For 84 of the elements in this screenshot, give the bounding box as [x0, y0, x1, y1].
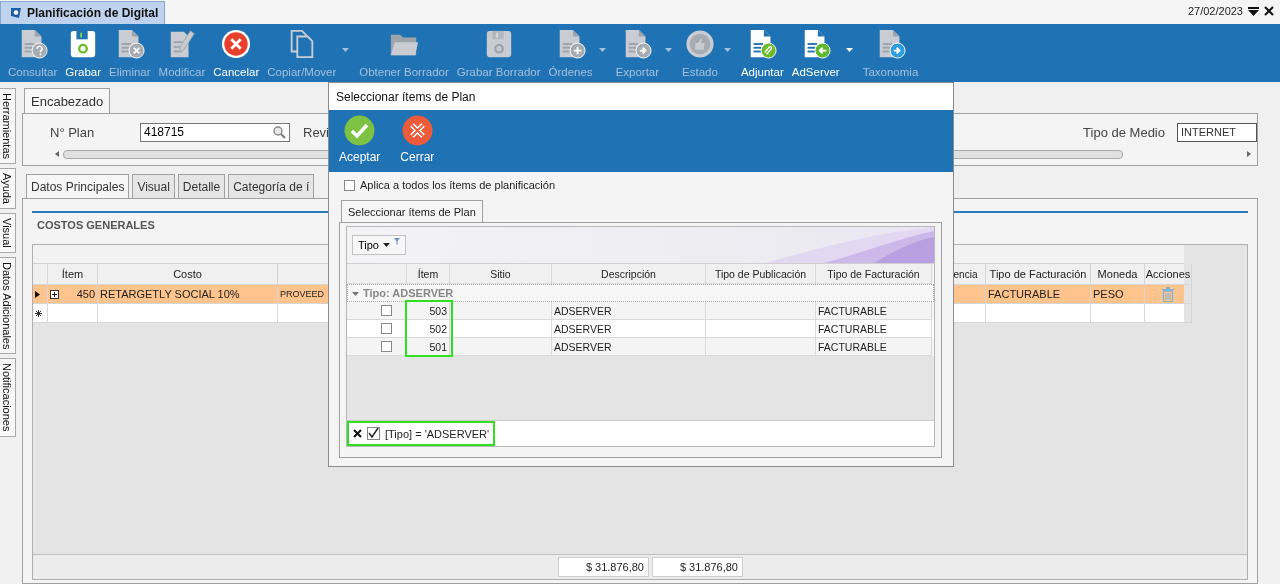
- table-cell: RETARGETLY SOCIAL 10%: [100, 288, 240, 300]
- clear-filter-icon[interactable]: [353, 429, 362, 438]
- column-header[interactable]: Tipo de Facturación: [989, 268, 1087, 280]
- table-row[interactable]: 503 ADSERVER FACTURABLE: [347, 302, 934, 320]
- toolbar-button[interactable]: Adjuntar: [736, 24, 788, 78]
- plan-number-field[interactable]: 418715: [140, 122, 290, 142]
- checkbox[interactable]: [381, 341, 392, 352]
- new-row-icon: [35, 309, 42, 317]
- table-cell: ADSERVER: [554, 304, 612, 317]
- column-header[interactable]: Costo: [173, 268, 202, 280]
- window-title: Planificación de Digital: [27, 6, 159, 20]
- field-label: Tipo de Medio: [1083, 124, 1165, 140]
- column-header[interactable]: Moneda: [1097, 268, 1138, 280]
- cancel-icon: [401, 115, 433, 146]
- cancel-icon: [221, 29, 252, 59]
- filter-text: [Tipo] = 'ADSERVER': [385, 427, 490, 440]
- total-field: $ 31.876,80: [652, 557, 743, 577]
- window-tab[interactable]: Planificación de Digital: [0, 1, 166, 24]
- dialog-button[interactable]: Aceptar: [334, 110, 386, 172]
- table-cell: FACTURABLE: [988, 288, 1061, 300]
- search-icon[interactable]: [273, 125, 286, 139]
- dropdown-icon[interactable]: [1248, 6, 1259, 16]
- toolbar-button[interactable]: Grabar: [61, 24, 105, 78]
- tab[interactable]: Categoría de í: [228, 174, 315, 198]
- table-cell: ADSERVER: [554, 340, 612, 353]
- column-header[interactable]: Tipo de Facturación: [827, 267, 920, 280]
- column-header[interactable]: Sitio: [490, 267, 511, 280]
- toolbar-button[interactable]: AdServer: [787, 24, 844, 78]
- table-cell: 503: [429, 304, 447, 317]
- scroll-right-icon[interactable]: [1247, 151, 1251, 157]
- group-by-button[interactable]: Tipo: [352, 235, 406, 255]
- table-cell: PESO: [1093, 288, 1124, 300]
- column-header[interactable]: Ítem: [417, 267, 439, 280]
- scroll-left-icon[interactable]: [55, 151, 59, 157]
- table-row[interactable]: 502 ADSERVER FACTURABLE: [347, 320, 934, 338]
- media-type-field[interactable]: INTERNET: [1177, 122, 1257, 142]
- table-cell: FACTURABLE: [818, 304, 887, 317]
- table-cell: ADSERVER: [554, 322, 612, 335]
- field-label: Revi: [303, 124, 329, 140]
- table-cell: 450: [76, 288, 95, 300]
- close-icon[interactable]: [1264, 6, 1274, 16]
- filter-icon[interactable]: [394, 237, 400, 245]
- column-header[interactable]: Tipo de Publicación: [714, 267, 807, 280]
- caret-icon: [383, 243, 390, 247]
- checkbox[interactable]: [381, 305, 392, 316]
- current-row-icon: [35, 290, 40, 298]
- checkbox[interactable]: [381, 323, 392, 334]
- field-label: N° Plan: [50, 124, 96, 140]
- tab[interactable]: Detalle: [177, 174, 226, 198]
- side-tab[interactable]: Visual: [0, 213, 16, 253]
- circle-icon: [685, 29, 715, 59]
- caret-icon[interactable]: [352, 289, 359, 297]
- date-text: 27/02/2023: [1187, 5, 1243, 17]
- column-header[interactable]: encia: [953, 268, 978, 280]
- app-logo-icon: [9, 6, 23, 20]
- side-tab[interactable]: Datos Adicionales: [0, 256, 16, 355]
- toolbar-button[interactable]: Cancelar: [209, 24, 264, 78]
- tab[interactable]: Visual: [132, 174, 175, 198]
- table-cell: PROVEED: [280, 289, 324, 299]
- checkbox[interactable]: [367, 427, 380, 440]
- side-tab[interactable]: Herramientas: [0, 88, 16, 165]
- column-header[interactable]: Acciones: [1145, 268, 1191, 280]
- expand-icon[interactable]: [50, 289, 59, 299]
- table-row[interactable]: 501 ADSERVER FACTURABLE: [347, 338, 934, 356]
- tab[interactable]: Datos Principales: [26, 174, 130, 198]
- caret-icon[interactable]: [845, 48, 853, 53]
- total-field: $ 31.876,80: [558, 557, 649, 577]
- column-header[interactable]: Descripción: [601, 267, 656, 280]
- tab[interactable]: Seleccionar ítems de Plan: [341, 200, 483, 222]
- table-cell: FACTURABLE: [818, 322, 887, 335]
- side-tab[interactable]: Ayuda: [0, 168, 16, 210]
- column-header[interactable]: Ítem: [61, 268, 84, 280]
- side-tab[interactable]: Notificaciones: [0, 358, 16, 437]
- checkbox[interactable]: [344, 179, 355, 191]
- dialog-title: Seleccionar ítems de Plan: [336, 89, 476, 104]
- table-cell: FACTURABLE: [818, 340, 887, 353]
- table-cell: 502: [429, 322, 447, 335]
- header-tab[interactable]: Encabezado: [24, 88, 111, 113]
- checkmark-icon: [344, 115, 376, 146]
- checkbox-label: Aplica a todos los ítems de planificación: [360, 179, 556, 191]
- table-cell: 501: [429, 340, 447, 353]
- group-label: Tipo: ADSERVER: [363, 287, 454, 299]
- dialog-button[interactable]: Cerrar: [395, 110, 440, 172]
- section-title: COSTOS GENERALES: [37, 219, 155, 233]
